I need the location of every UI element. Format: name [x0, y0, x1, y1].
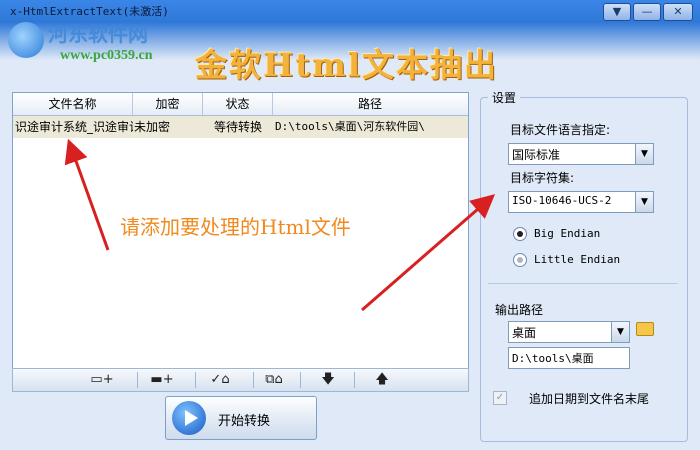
cell-encryption: 未加密 [134, 120, 171, 134]
little-endian-label: Little Endian [534, 253, 621, 266]
column-header-encryption[interactable]: 加密 [133, 93, 203, 115]
file-list-panel[interactable]: 文件名称 加密 状态 路径 识途审计系统_识途审计 未加密 等待转换 D:\to… [12, 92, 469, 390]
cell-status: 等待转换 [213, 120, 262, 134]
charset-select[interactable]: ISO-10646-UCS-2 ▼ [508, 191, 654, 213]
output-path-select[interactable]: 桌面 ▼ [508, 321, 630, 343]
column-header-status[interactable]: 状态 [203, 93, 273, 115]
watermark-name: 河东软件网 [48, 22, 148, 46]
table-header: 文件名称 加密 状态 路径 [13, 93, 468, 116]
add-file-icon: ▭+ [90, 372, 114, 387]
app-window: x-HtmlExtractText(未激活) ▼ — ✕ 河东软件网 www.p… [0, 0, 700, 450]
language-label: 目标文件语言指定: [510, 123, 611, 137]
remove-all-icon: ⧉⌂ [265, 372, 283, 387]
window-title: x-HtmlExtractText(未激活) [10, 5, 169, 18]
folder-icon[interactable] [636, 322, 654, 336]
big-endian-radio[interactable] [513, 227, 527, 241]
charset-label: 目标字符集: [510, 171, 575, 185]
logo-icon [8, 22, 44, 58]
remove-checked-icon: ✓⌂ [210, 372, 230, 387]
dropdown-button[interactable]: ▼ [603, 3, 631, 21]
chevron-down-icon[interactable]: ▼ [635, 192, 653, 212]
table-row[interactable]: 识途审计系统_识途审计 未加密 等待转换 D:\tools\桌面\河东软件园\ [13, 116, 468, 138]
chevron-down-icon[interactable]: ▼ [635, 144, 653, 164]
add-folder-button[interactable]: ▬+ [137, 371, 187, 389]
remove-checked-button[interactable]: ✓⌂ [195, 371, 245, 389]
move-up-icon: 🡅 [375, 372, 389, 387]
settings-title: 设置 [488, 89, 521, 106]
append-date-checkbox[interactable]: ✓ [493, 391, 507, 405]
watermark-url: www.pc0359.cn [60, 48, 153, 63]
language-select[interactable]: 国际标准 ▼ [508, 143, 654, 165]
add-files-hint: 请添加要处理的Html文件 [120, 215, 351, 239]
toolbar-divider [300, 372, 301, 388]
toolbar-divider [354, 372, 355, 388]
list-toolbar: ▭+ ▬+ ✓⌂ ⧉⌂ 🡇 🡅 [12, 368, 469, 392]
little-endian-radio[interactable] [513, 253, 527, 267]
column-header-filename[interactable]: 文件名称 [13, 93, 133, 115]
remove-all-button[interactable]: ⧉⌂ [249, 371, 299, 389]
move-down-icon: 🡇 [321, 372, 335, 387]
output-path-value: 桌面 [512, 326, 537, 340]
watermark-logo: 河东软件网 www.pc0359.cn [0, 18, 200, 68]
column-header-path[interactable]: 路径 [273, 93, 467, 115]
move-down-button[interactable]: 🡇 [303, 371, 353, 389]
play-icon [172, 401, 206, 435]
output-path-field[interactable]: D:\tools\桌面 [508, 347, 630, 369]
language-value: 国际标准 [512, 148, 561, 162]
start-convert-label: 开始转换 [218, 414, 271, 429]
charset-value: ISO-10646-UCS-2 [512, 194, 612, 207]
start-convert-button[interactable]: 开始转换 [165, 396, 317, 440]
append-date-label: 追加日期到文件名末尾 [529, 392, 650, 406]
app-banner-title: 金软Html文本抽出 [195, 46, 499, 84]
add-folder-icon: ▬+ [150, 372, 174, 387]
settings-divider [488, 283, 678, 284]
minimize-button[interactable]: — [633, 3, 661, 21]
big-endian-label: Big Endian [534, 227, 601, 240]
output-path-text: D:\tools\桌面 [512, 352, 594, 365]
cell-path: D:\tools\桌面\河东软件园\ [275, 120, 425, 133]
close-button[interactable]: ✕ [663, 3, 693, 21]
move-up-button[interactable]: 🡅 [357, 371, 407, 389]
add-file-button[interactable]: ▭+ [77, 371, 127, 389]
output-path-label: 输出路径 [495, 303, 544, 317]
cell-filename: 识途审计系统_识途审计 [15, 120, 133, 134]
chevron-down-icon[interactable]: ▼ [611, 322, 629, 342]
